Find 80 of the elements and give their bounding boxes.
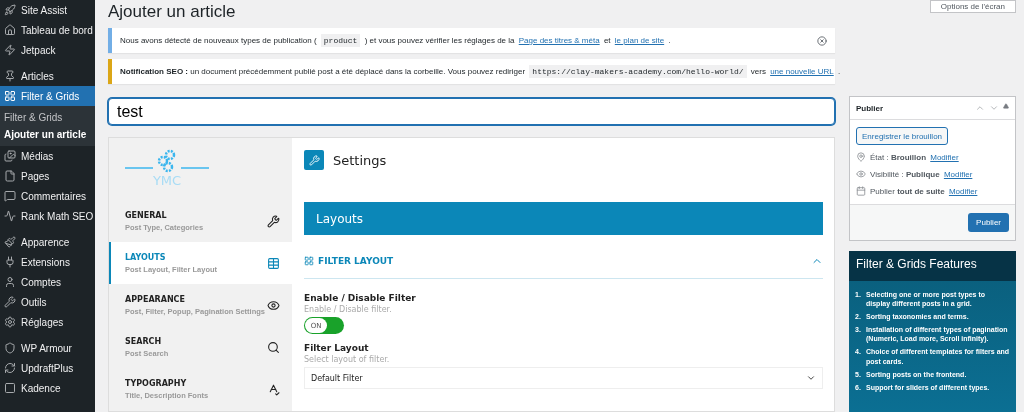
field-label: Filter Layout [304,343,370,353]
sidebar-item[interactable]: Site Assist [0,0,95,20]
sidebar-item[interactable]: Réglages [0,312,95,332]
eye-icon [267,298,280,312]
layout-icon [304,256,314,266]
wrench-icon [267,214,280,228]
features-title: Filter & Grids Features [849,251,1016,281]
submenu-item[interactable]: Filter & Grids [0,110,95,125]
publish-status-text: Publier tout de suite Modifier [870,186,979,196]
sidebar-item[interactable]: Médias [0,146,95,166]
sidebar-item[interactable]: Comptes [0,272,95,292]
images-icon [4,150,16,162]
sidebar-item[interactable]: Kadence [0,378,95,398]
logo-drawing: YMC [125,149,209,189]
edit-link[interactable]: Modifier [948,186,978,196]
publish-button[interactable]: Publier [968,213,1009,232]
sidebar-item[interactable]: Articles [0,66,95,86]
shield-icon [4,342,16,354]
comment-icon [4,190,16,202]
screen-options-button[interactable]: Options de l'écran [929,0,1016,13]
activity-icon [4,210,16,222]
notice-text: Nous avons détecté de nouveaux types de publication ( product ) et vous pouvez vérifier les réglages de la Page des titres & méta et le plan de site . [120,36,671,45]
save-draft-button[interactable]: Enregistrer le brouillon [856,127,949,145]
brush-icon [4,236,16,248]
chevron-down-icon [806,373,816,383]
chevron-down-icon[interactable] [989,103,999,113]
sidebar-item[interactable]: Jetpack [0,40,95,60]
layout-select[interactable]: Default Filter [304,367,823,389]
grid-icon [4,90,16,102]
chevron-up-icon[interactable] [975,103,985,113]
plug-icon [4,256,16,268]
field-label: Enable / Disable Filter [304,293,417,303]
wrench-icon [4,296,16,308]
notice-link[interactable]: le plan de site [614,36,665,45]
notice-text: Notification SEO : un document précédemment publié post a été déplacé dans la corbeille. Vous pouvez rediriger https://clay-makers-academy.com/hello-world/ vers une nouvelle URL . [120,67,841,76]
page-title: Ajouter un article [108,2,237,22]
pin-icon [4,70,16,82]
sidebar-item[interactable]: Extensions [0,252,95,272]
page-icon [4,170,16,182]
box-title: Publier [856,103,884,113]
eye-icon [856,169,866,179]
section-title[interactable]: FILTER LAYOUT [304,256,394,266]
sidebar-item[interactable]: WP Armour [0,338,95,358]
submenu-item[interactable]: Ajouter un article [0,127,95,142]
sidebar-item[interactable]: Filter & Grids [0,86,95,106]
settings-icon [4,316,16,328]
triangle-icon[interactable] [1003,103,1009,109]
bolt-icon [4,44,16,56]
settings-heading: Settings [333,152,387,168]
rocket-icon [4,4,16,16]
sidebar-item[interactable]: Rank Math SEO [0,206,95,226]
publish-status-text: Visibilité : Publique Modifier [870,169,974,179]
pin-icon [856,152,866,162]
sidebar-item[interactable]: UpdraftPlus [0,358,95,378]
publish-status-text: État : Brouillon Modifier [870,152,960,162]
code-snippet: product [320,34,361,47]
close-icon[interactable] [817,35,827,46]
home-icon [4,24,16,36]
sidebar-item[interactable]: Outils [0,292,95,312]
notice-link[interactable]: une nouvelle URL [770,67,834,76]
refresh-icon [4,362,16,374]
code-snippet: https://clay-makers-academy.com/hello-world/ [529,65,747,78]
edit-link[interactable]: Modifier [930,152,959,162]
wrench-icon [304,150,324,170]
search-icon [267,341,280,355]
sidebar-item[interactable]: Apparence [0,232,95,252]
square-icon [4,382,16,394]
spellcheck-icon [267,383,280,397]
section-banner: Layouts [304,202,823,235]
table-icon [267,256,280,270]
field-hint: Enable / Disable filter. [304,305,393,314]
sidebar-item[interactable]: Pages [0,166,95,186]
title-field[interactable]: test [108,98,835,125]
sidebar-item[interactable]: Tableau de bord [0,20,95,40]
field-hint: Select layout of filter. [304,355,391,364]
calendar-icon [856,186,866,196]
edit-link[interactable]: Modifier [943,169,973,179]
notice-link[interactable]: Page des titres & méta [518,36,600,45]
sidebar-item[interactable]: Commentaires [0,186,95,206]
user-icon [4,276,16,288]
